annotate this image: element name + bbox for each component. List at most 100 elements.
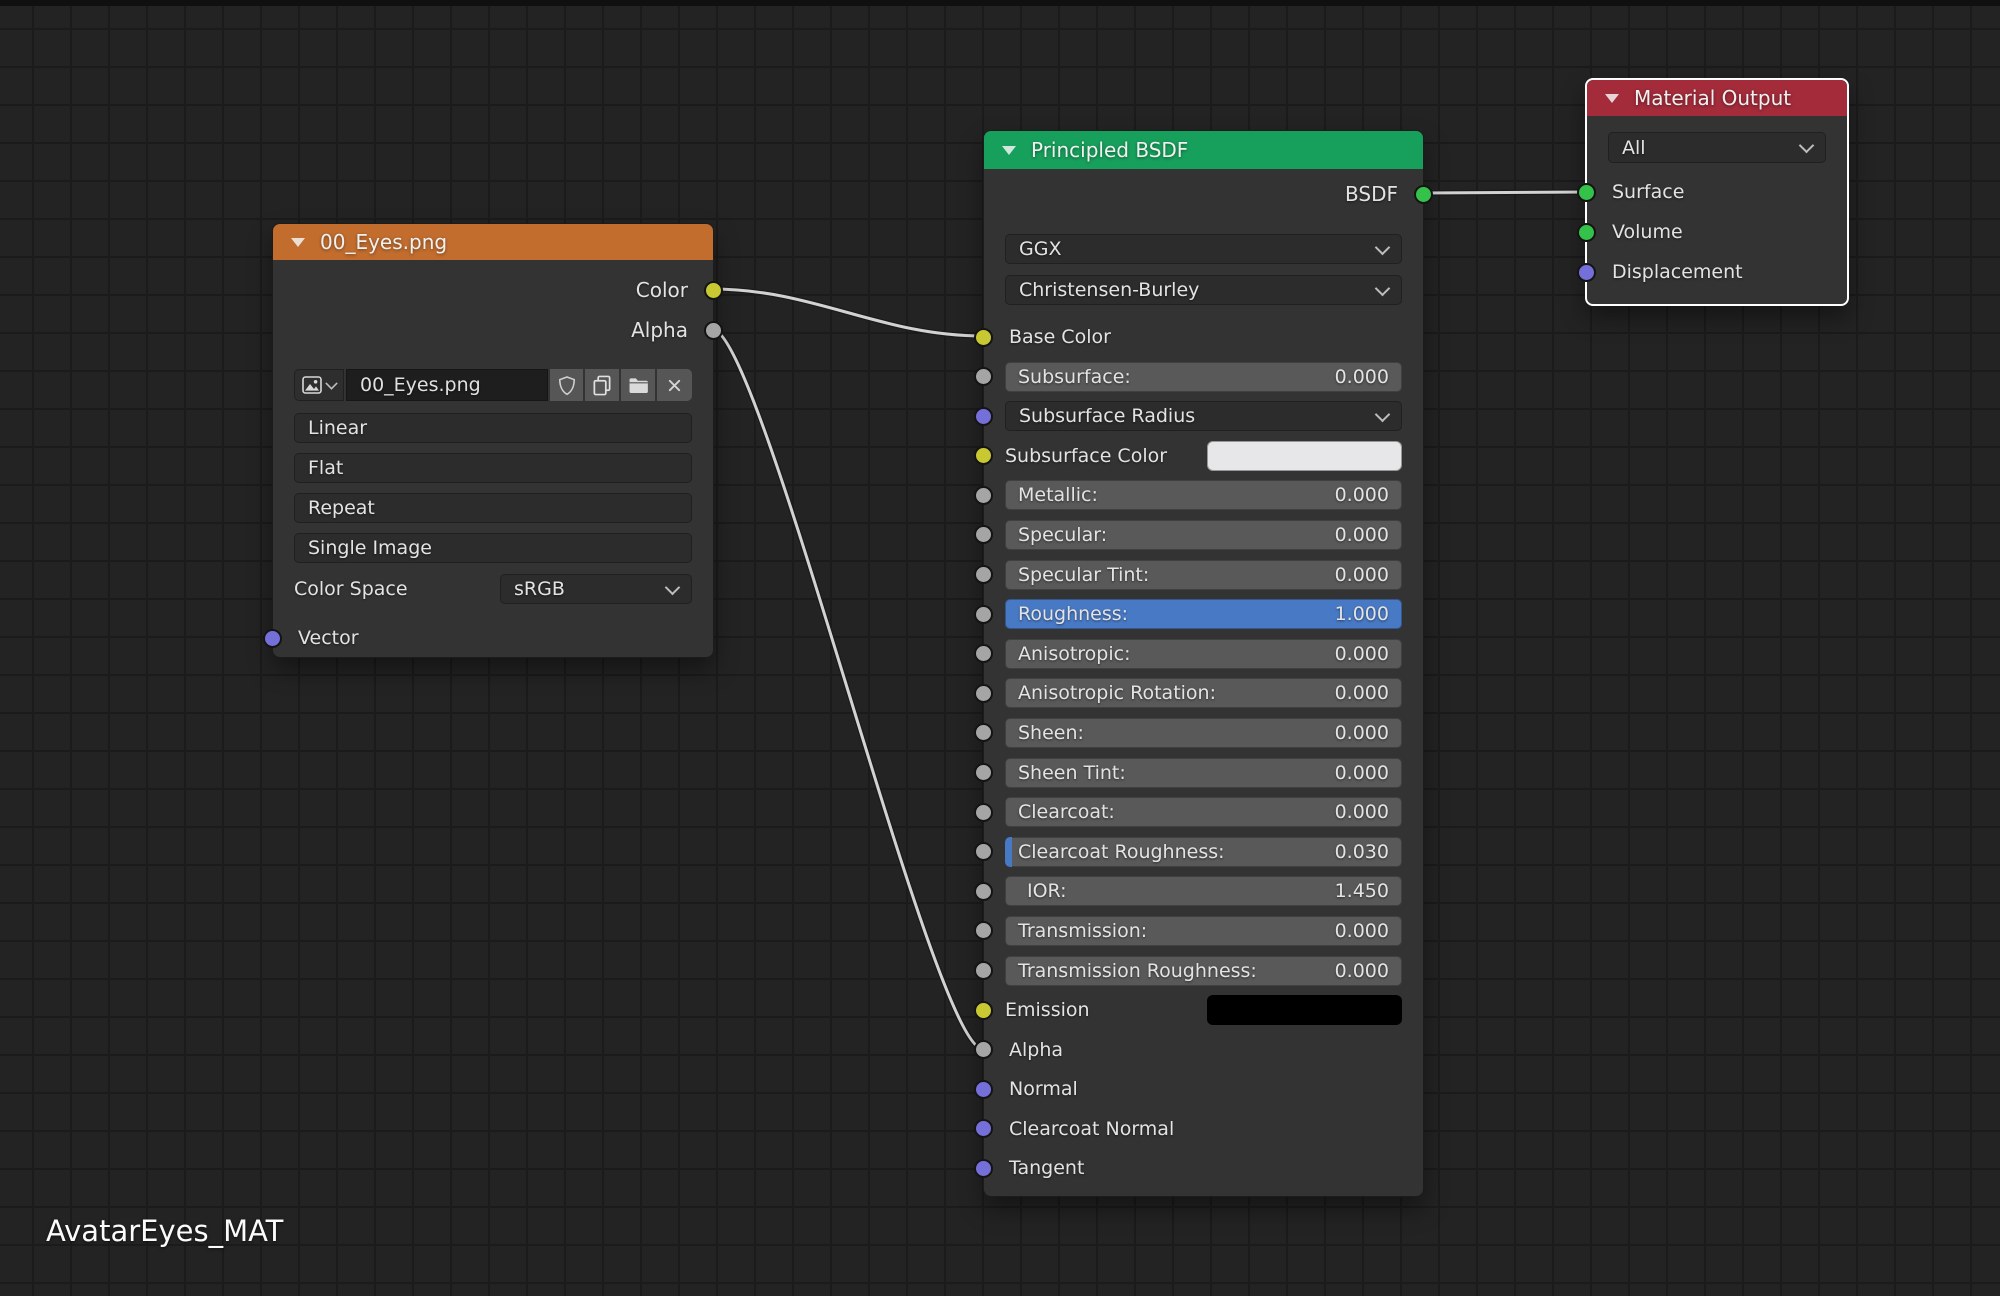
chevron-down-icon <box>1375 280 1391 296</box>
distribution-dropdown[interactable]: GGX <box>1005 234 1402 264</box>
volume-input-label: Volume <box>1612 221 1683 243</box>
extension-dropdown[interactable]: Repeat <box>294 493 692 523</box>
chevron-down-icon <box>665 579 681 595</box>
subsurface-radius-input-socket[interactable] <box>974 407 993 426</box>
specular-tint-row: Specular Tint: 0.000 <box>1005 560 1402 590</box>
anisotropic-slider[interactable]: Anisotropic: 0.000 <box>1005 639 1402 669</box>
image-texture-node-title: 00_Eyes.png <box>320 230 447 254</box>
surface-input-socket[interactable] <box>1577 183 1596 202</box>
base-color-input-row: Base Color <box>1005 322 1402 352</box>
displacement-input-socket[interactable] <box>1577 263 1596 282</box>
material-output-header[interactable]: Material Output <box>1587 80 1847 116</box>
tangent-input-row: Tangent <box>1005 1153 1402 1183</box>
fake-user-button[interactable] <box>550 369 583 401</box>
transmission-roughness-input-socket[interactable] <box>974 961 993 980</box>
clearcoat-roughness-row: Clearcoat Roughness: 0.030 <box>1005 837 1402 867</box>
image-browse-button[interactable] <box>294 369 344 401</box>
principled-bsdf-title: Principled BSDF <box>1031 138 1188 162</box>
color-space-dropdown[interactable]: sRGB <box>500 574 692 604</box>
metallic-slider[interactable]: Metallic: 0.000 <box>1005 480 1402 510</box>
clearcoat-normal-input-socket[interactable] <box>974 1119 993 1138</box>
collapse-triangle-icon[interactable] <box>291 238 305 247</box>
vector-input-label: Vector <box>298 627 359 649</box>
alpha-output-socket[interactable] <box>704 321 723 340</box>
anisotropic-input-socket[interactable] <box>974 644 993 663</box>
sheen-input-socket[interactable] <box>974 723 993 742</box>
specular-input-socket[interactable] <box>974 525 993 544</box>
anisotropic-rotation-input-socket[interactable] <box>974 684 993 703</box>
color-space-row: Color Space sRGB <box>294 574 692 604</box>
chevron-down-icon <box>1799 138 1815 154</box>
emission-input-socket[interactable] <box>974 1001 993 1020</box>
ior-input-socket[interactable] <box>974 882 993 901</box>
subsurface-input-socket[interactable] <box>974 367 993 386</box>
base-color-label: Base Color <box>1009 326 1111 348</box>
anisotropic-rotation-slider[interactable]: Anisotropic Rotation: 0.000 <box>1005 678 1402 708</box>
transmission-slider[interactable]: Transmission: 0.000 <box>1005 916 1402 946</box>
unlink-image-button[interactable] <box>657 369 692 401</box>
vector-input-socket[interactable] <box>263 629 282 648</box>
displacement-input-row: Displacement <box>1608 257 1826 287</box>
transmission-roughness-slider[interactable]: Transmission Roughness: 0.000 <box>1005 956 1402 986</box>
sheen-tint-slider[interactable]: Sheen Tint: 0.000 <box>1005 758 1402 788</box>
subsurface-color-input-socket[interactable] <box>974 446 993 465</box>
specular-tint-slider[interactable]: Specular Tint: 0.000 <box>1005 560 1402 590</box>
new-image-button[interactable] <box>585 369 619 401</box>
bsdf-output-socket[interactable] <box>1414 185 1433 204</box>
sheen-row: Sheen: 0.000 <box>1005 718 1402 748</box>
color-output-socket[interactable] <box>704 281 723 300</box>
collapse-triangle-icon[interactable] <box>1605 94 1619 103</box>
surface-input-label: Surface <box>1612 181 1684 203</box>
color-space-value: sRGB <box>514 578 565 600</box>
color-space-label: Color Space <box>294 578 408 600</box>
source-dropdown[interactable]: Single Image <box>294 533 692 563</box>
principled-bsdf-header[interactable]: Principled BSDF <box>984 131 1423 169</box>
material-output-node[interactable]: Material Output All Surface Volume Displ… <box>1585 78 1849 306</box>
principled-bsdf-node[interactable]: Principled BSDF BSDF GGX Christensen-Bur… <box>983 130 1424 1197</box>
clearcoat-slider[interactable]: Clearcoat: 0.000 <box>1005 797 1402 827</box>
alpha-output-row: Alpha <box>294 315 692 345</box>
normal-input-socket[interactable] <box>974 1080 993 1099</box>
clearcoat-normal-input-label: Clearcoat Normal <box>1009 1118 1174 1140</box>
collapse-triangle-icon[interactable] <box>1002 146 1016 155</box>
clearcoat-input-socket[interactable] <box>974 803 993 822</box>
ior-row: IOR: 1.450 <box>1005 876 1402 906</box>
transmission-input-socket[interactable] <box>974 921 993 940</box>
target-dropdown[interactable]: All <box>1608 132 1826 163</box>
image-texture-node-header[interactable]: 00_Eyes.png <box>273 224 713 260</box>
open-image-button[interactable] <box>621 369 655 401</box>
base-color-input-socket[interactable] <box>974 328 993 347</box>
bsdf-output-row: BSDF <box>1005 179 1402 209</box>
metallic-row: Metallic: 0.000 <box>1005 480 1402 510</box>
alpha-input-socket[interactable] <box>974 1040 993 1059</box>
metallic-input-socket[interactable] <box>974 486 993 505</box>
volume-input-socket[interactable] <box>1577 223 1596 242</box>
tangent-input-socket[interactable] <box>974 1159 993 1178</box>
transmission-row: Transmission: 0.000 <box>1005 916 1402 946</box>
specular-slider[interactable]: Specular: 0.000 <box>1005 520 1402 550</box>
clearcoat-roughness-input-socket[interactable] <box>974 842 993 861</box>
target-row: All <box>1608 132 1826 163</box>
roughness-row: Roughness: 1.000 <box>1005 599 1402 629</box>
emission-color-swatch[interactable] <box>1207 995 1402 1025</box>
image-texture-node[interactable]: 00_Eyes.png Color Alpha 00_Eyes.png <box>272 223 714 658</box>
subsurface-slider[interactable]: Subsurface: 0.000 <box>1005 362 1402 392</box>
subsurface-color-swatch[interactable] <box>1207 441 1402 471</box>
color-output-label: Color <box>636 278 688 302</box>
ior-slider[interactable]: IOR: 1.450 <box>1005 876 1402 906</box>
specular-tint-input-socket[interactable] <box>974 565 993 584</box>
image-name-field[interactable]: 00_Eyes.png <box>346 369 548 401</box>
roughness-slider[interactable]: Roughness: 1.000 <box>1005 599 1402 629</box>
chevron-down-icon <box>1375 406 1391 422</box>
subsurface-radius-dropdown[interactable]: Subsurface Radius <box>1005 401 1402 431</box>
source-row: Single Image <box>294 533 692 563</box>
link-color-to-basecolor <box>712 289 983 336</box>
roughness-input-socket[interactable] <box>974 605 993 624</box>
sheen-tint-input-socket[interactable] <box>974 763 993 782</box>
displacement-input-label: Displacement <box>1612 261 1743 283</box>
clearcoat-roughness-slider[interactable]: Clearcoat Roughness: 0.030 <box>1005 837 1402 867</box>
interpolation-dropdown[interactable]: Linear <box>294 413 692 443</box>
subsurface-method-dropdown[interactable]: Christensen-Burley <box>1005 275 1402 305</box>
sheen-slider[interactable]: Sheen: 0.000 <box>1005 718 1402 748</box>
projection-dropdown[interactable]: Flat <box>294 453 692 483</box>
